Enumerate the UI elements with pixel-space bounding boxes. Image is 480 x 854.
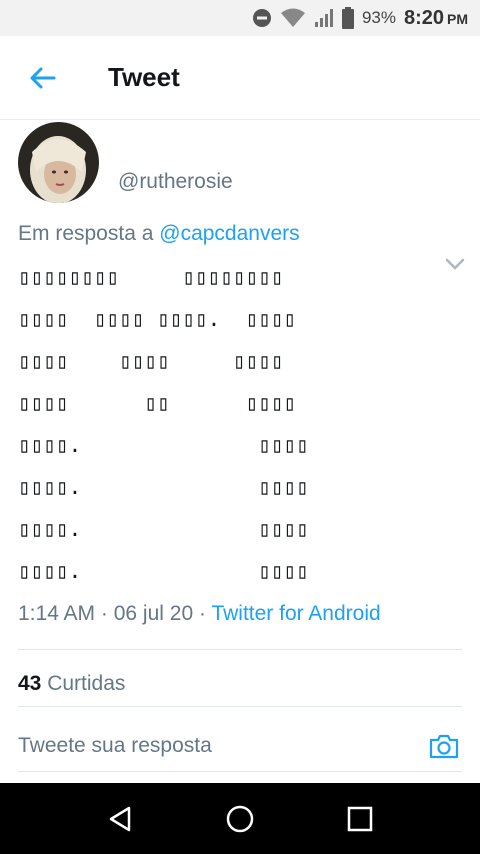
reply-to-link[interactable]: @capcdanvers xyxy=(159,222,299,245)
system-nav-bar xyxy=(0,783,480,854)
reply-input[interactable] xyxy=(18,733,398,758)
tweet-text-line: ▯▯▯▯ ▯▯▯▯ ▯▯▯▯. ▯▯▯▯ xyxy=(18,307,297,331)
camera-button[interactable] xyxy=(426,728,462,764)
likes-label: Curtidas xyxy=(47,672,126,695)
tweet-meta: 1:14 AM · 06 jul 20 · Twitter for Androi… xyxy=(18,602,381,625)
battery-percent: 93% xyxy=(361,8,396,27)
signal-icon xyxy=(314,8,334,28)
tweet-text: ▯▯▯▯▯▯▯▯ ▯▯▯▯▯▯▯▯ ▯▯▯▯ ▯▯▯▯ ▯▯▯▯. ▯▯▯▯ ▯… xyxy=(18,260,468,596)
likes-count: 43 xyxy=(18,672,42,695)
app-header: Tweet xyxy=(0,36,480,120)
page-title: Tweet xyxy=(108,62,180,92)
nav-home-button[interactable] xyxy=(220,799,260,839)
nav-back-button[interactable] xyxy=(100,799,140,839)
divider xyxy=(18,706,462,707)
likes-stat[interactable]: 43 Curtidas xyxy=(18,672,125,696)
tweet-text-line: ▯▯▯▯. ▯▯▯▯ xyxy=(18,559,309,583)
tweet-time: 1:14 AM xyxy=(18,602,96,625)
back-button[interactable] xyxy=(16,52,68,104)
do-not-disturb-icon xyxy=(252,8,272,28)
tweet-text-line: ▯▯▯▯ ▯▯ ▯▯▯▯ xyxy=(18,391,297,415)
avatar[interactable] xyxy=(18,122,99,203)
reply-context: Em resposta a @capcdanvers xyxy=(18,222,300,246)
clock-ampm: PM xyxy=(447,10,468,27)
triangle-back-icon xyxy=(109,806,131,831)
status-bar: 93% 8:20 PM xyxy=(0,0,480,36)
battery-icon xyxy=(341,7,354,29)
tweet-author-handle[interactable]: @rutherosie xyxy=(118,170,233,194)
wifi-icon xyxy=(280,8,306,28)
circle-home-icon xyxy=(226,805,254,832)
tweet-date: 06 jul 20 xyxy=(113,602,194,625)
tweet-source-link[interactable]: Twitter for Android xyxy=(211,602,380,625)
camera-icon xyxy=(429,734,459,758)
tweet-text-line: ▯▯▯▯. ▯▯▯▯ xyxy=(18,517,309,541)
divider xyxy=(18,649,462,650)
nav-recents-button[interactable] xyxy=(340,799,380,839)
tweet-text-line: ▯▯▯▯ ▯▯▯▯ ▯▯▯▯ xyxy=(18,349,284,373)
tweet-text-line: ▯▯▯▯▯▯▯▯ ▯▯▯▯▯▯▯▯ xyxy=(18,265,284,289)
square-recents-icon xyxy=(347,806,373,831)
tweet-text-line: ▯▯▯▯. ▯▯▯▯ xyxy=(18,433,309,457)
reply-compose xyxy=(18,720,462,772)
reply-prefix: Em resposta a xyxy=(18,222,154,245)
tweet-text-line: ▯▯▯▯. ▯▯▯▯ xyxy=(18,475,309,499)
clock: 8:20 PM xyxy=(404,7,468,30)
clock-time: 8:20 xyxy=(403,6,444,29)
arrow-left-icon xyxy=(30,67,56,88)
